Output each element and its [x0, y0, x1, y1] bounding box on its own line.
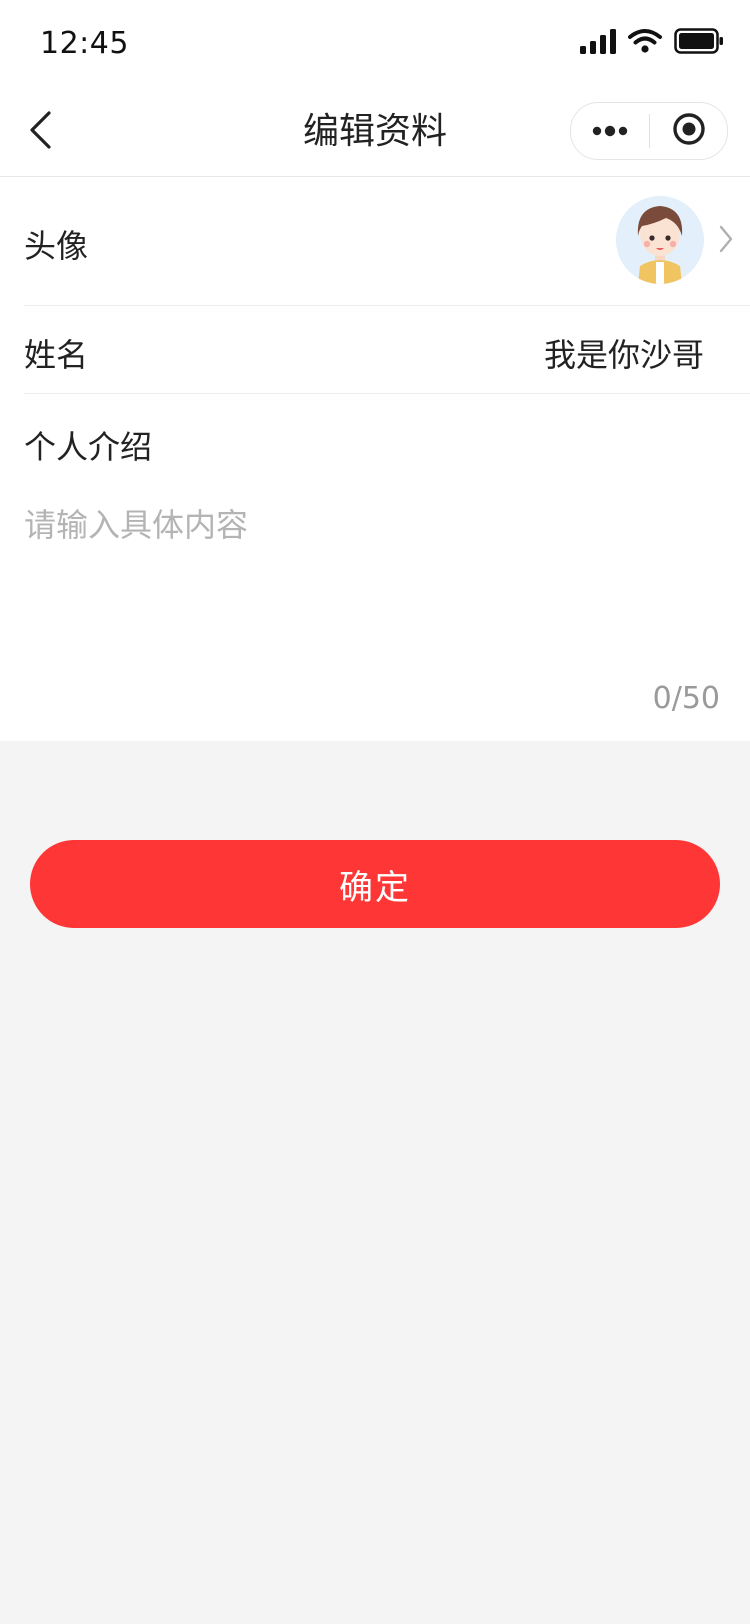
profile-form: 头像 姓名 我是你沙哥 个人介绍 0 — [0, 177, 750, 741]
chevron-right-icon — [718, 225, 734, 257]
avatar-row[interactable]: 头像 — [24, 177, 750, 306]
avatar[interactable] — [616, 196, 704, 284]
signal-icon — [580, 28, 616, 58]
more-dots-icon — [592, 122, 628, 141]
confirm-button[interactable]: 确定 — [30, 840, 720, 928]
name-row[interactable]: 姓名 我是你沙哥 — [24, 305, 750, 394]
status-time: 12:45 — [40, 26, 129, 61]
status-bar: 12:45 — [0, 0, 750, 88]
intro-textarea[interactable] — [24, 500, 704, 640]
intro-label: 个人介绍 — [24, 428, 153, 466]
status-icons — [580, 28, 724, 58]
close-button[interactable] — [650, 103, 727, 159]
more-button[interactable] — [571, 103, 649, 159]
wifi-icon — [628, 28, 662, 58]
battery-icon — [674, 28, 724, 58]
name-value[interactable]: 我是你沙哥 — [544, 330, 704, 376]
mini-program-close-icon — [672, 112, 706, 150]
intro-char-counter: 0/50 — [652, 681, 720, 716]
avatar-label: 头像 — [24, 227, 89, 265]
mini-program-capsule — [570, 102, 728, 160]
name-label: 姓名 — [24, 336, 89, 374]
nav-bar: 编辑资料 — [0, 88, 750, 177]
